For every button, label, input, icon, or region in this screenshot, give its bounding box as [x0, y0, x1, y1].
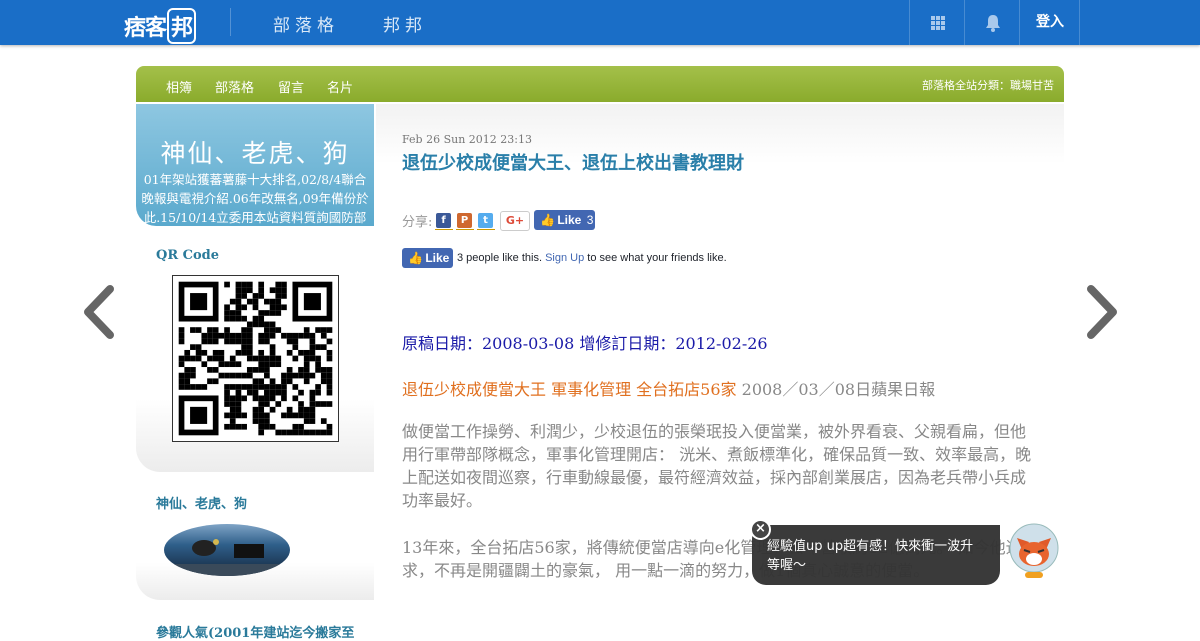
- qr-code-image: [178, 281, 333, 436]
- plurk-icon: P: [457, 213, 472, 228]
- blog-title-box: 神仙、老虎、狗 01年架站獲蕃薯藤十大排名,02/8/4聯合晚報與電視介紹.06…: [136, 104, 374, 226]
- popup-close-button[interactable]: ×: [750, 519, 771, 540]
- share-plurk-button[interactable]: P: [456, 212, 474, 230]
- headline-text: 退伍少校成便當大王 軍事化管理 全台拓店56家: [402, 380, 737, 399]
- qr-title: QR Code: [156, 248, 220, 263]
- thumbs-up-icon: 👍: [540, 213, 555, 227]
- article-headline: 退伍少校成便當大王 軍事化管理 全台拓店56家 2008／03／08日蘋果日報: [402, 376, 935, 400]
- bell-icon: [986, 15, 1000, 32]
- profile-photo-image: [164, 539, 290, 576]
- fb-text-pre: 3 people like this.: [457, 252, 542, 264]
- top-bar: 痞客邦 部落格 邦邦 登入: [0, 0, 1200, 45]
- fb-like-button[interactable]: 👍 Like: [402, 248, 453, 268]
- gplus-button[interactable]: G+: [500, 211, 530, 231]
- facebook-icon: f: [436, 213, 451, 228]
- fb-social-text: 3 people like this. Sign Up to see what …: [457, 252, 727, 264]
- share-twitter-button[interactable]: t: [477, 212, 495, 230]
- share-label: 分享:: [402, 215, 433, 230]
- profile-thumbnail[interactable]: [164, 524, 290, 576]
- popup-text: 經驗值up up超有感！快來衝一波升等喔～: [767, 539, 974, 573]
- apps-grid-icon: [931, 16, 945, 30]
- fb-like-label: Like: [557, 213, 582, 227]
- logo-text: 痞客: [124, 16, 167, 41]
- fox-mascot-icon[interactable]: [1009, 520, 1059, 582]
- blog-category[interactable]: 部落格全站分類：職場甘苦: [922, 77, 1054, 93]
- login-area: 登入: [1019, 0, 1080, 45]
- site-logo[interactable]: 痞客邦: [124, 8, 197, 44]
- logo-box-text: 邦: [167, 8, 197, 44]
- blognav-blog[interactable]: 部落格: [215, 77, 254, 96]
- post-date: Feb 26 Sun 2012 23:13: [402, 133, 532, 146]
- notifications-button[interactable]: [964, 0, 1019, 45]
- visitors-title: 參觀人氣(2001年建站迄今搬家至: [156, 626, 355, 641]
- apps-button[interactable]: [909, 0, 964, 45]
- fb-signup-link[interactable]: Sign Up: [545, 252, 584, 264]
- divider: [230, 8, 231, 36]
- prev-arrow-icon[interactable]: [80, 285, 116, 339]
- blog-nav: 相簿 部落格 留言 名片 部落格全站分類：職場甘苦: [136, 66, 1064, 102]
- post-title[interactable]: 退伍少校成便當大王、退伍上校出書教理財: [402, 149, 744, 175]
- qr-code: [172, 275, 339, 442]
- fb-like-count: 3: [586, 213, 594, 227]
- login-button[interactable]: 登入: [1020, 0, 1080, 45]
- fb-like-label: Like: [425, 251, 450, 265]
- fb-text-post: to see what your friends like.: [587, 252, 727, 264]
- blognav-guestbook[interactable]: 留言: [278, 77, 304, 96]
- profile-title[interactable]: 神仙、老虎、狗: [156, 493, 247, 512]
- blog-description: 01年架站獲蕃薯藤十大排名,02/8/4聯合晚報與電視介紹.06年改無名,09年…: [141, 172, 369, 225]
- headline-source: 2008／03／08日蘋果日報: [736, 380, 936, 399]
- nav-blog[interactable]: 部落格: [273, 11, 339, 36]
- blognav-album[interactable]: 相簿: [166, 77, 192, 96]
- next-arrow-icon[interactable]: [1085, 285, 1121, 339]
- fb-like-share-button[interactable]: 👍 Like 3: [534, 210, 595, 230]
- original-date: 原稿日期：2008-03-08 增修訂日期：2012-02-26: [402, 334, 768, 353]
- nav-bangbang[interactable]: 邦邦: [383, 11, 427, 36]
- twitter-icon: t: [478, 213, 493, 228]
- levelup-popup[interactable]: 經驗值up up超有感！快來衝一波升等喔～: [752, 525, 1000, 585]
- blognav-card[interactable]: 名片: [327, 77, 353, 96]
- thumbs-up-icon: 👍: [408, 251, 423, 265]
- share-facebook-button[interactable]: f: [435, 212, 453, 230]
- paragraph-1: 做便當工作操勞、利潤少，少校退伍的張榮珉投入便當業，被外界看衰、父親看扁，但他用…: [402, 422, 1032, 510]
- blog-title[interactable]: 神仙、老虎、狗: [136, 134, 374, 170]
